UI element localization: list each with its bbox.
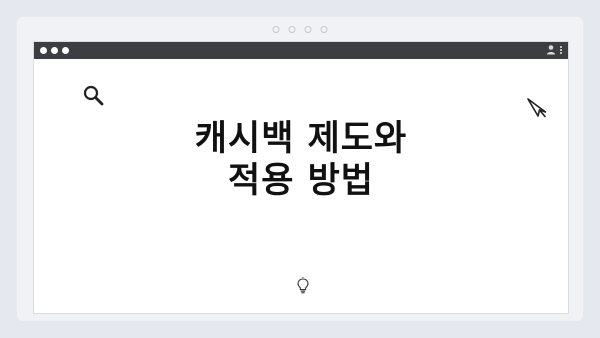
browser-window: 캐시백 제도와 적용 방법 [33, 41, 569, 314]
dot-indicator [272, 26, 280, 33]
close-window-button[interactable] [40, 47, 47, 54]
dot-indicator [320, 26, 328, 33]
title-line-1: 캐시백 제도와 [194, 119, 408, 159]
dot-indicator [304, 26, 312, 33]
maximize-window-button[interactable] [62, 47, 69, 54]
search-icon[interactable] [82, 84, 106, 108]
dot-indicator [288, 26, 296, 33]
minimize-window-button[interactable] [51, 47, 58, 54]
more-vertical-icon[interactable] [560, 45, 562, 54]
window-controls [40, 47, 69, 54]
page-title: 캐시백 제도와 적용 방법 [34, 118, 568, 202]
window-titlebar [34, 42, 568, 59]
lightbulb-icon [297, 277, 309, 294]
pagination-dots [272, 26, 328, 33]
titlebar-actions [546, 44, 562, 55]
cursor-icon [527, 98, 547, 118]
title-line-2: 적용 방법 [228, 161, 374, 201]
user-icon[interactable] [546, 44, 556, 55]
